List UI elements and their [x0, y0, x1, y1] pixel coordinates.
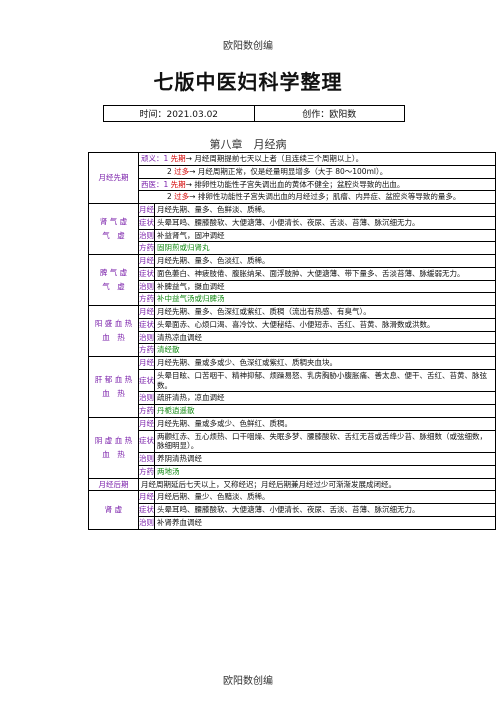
syndrome-fangyao: 两地汤	[154, 464, 496, 479]
label-zhize: 治则	[138, 515, 155, 530]
syndrome-table: 月经先期 顽义：1 先期→ 月经周期提前七天以上者（且连续三个周期以上）。 2 …	[88, 152, 496, 530]
section-title-houqi: 月经后期	[88, 477, 139, 492]
label-fangyao: 方药	[138, 241, 155, 255]
syndrome-jing: 月经后期、量少、色黯淡、质稀。	[154, 490, 496, 504]
table-row: 症状 头晕目眩、口苦咽干、精神抑郁、烦躁易怒、乳房胸胁小腹胀痛、善太息、便干、舌…	[89, 368, 496, 393]
syndrome-fangyao: 补中益气汤或归脾汤	[154, 292, 496, 306]
syndrome-fangyao: 丹栀逍遥散	[154, 404, 496, 418]
label-jing: 月经	[138, 203, 155, 217]
label-zheng: 症状	[138, 317, 155, 332]
houqi-definition: 月经周期延后七天以上，又称经迟；月经后期兼月经过少可渐渐发展成闭经。	[138, 477, 496, 492]
label-zheng: 症状	[138, 215, 155, 230]
table-row: 症状 面色萎白、神疲肢倦、腹胀纳呆、面浮肢肿、大便溏薄、带下量多、舌淡苔薄、脉缓…	[89, 266, 496, 281]
table-row: 2 过多→ 排卵性功能性子宫失调出血的月经过多；肌瘤、内异症、盆腔炎等导致的量多…	[89, 190, 496, 204]
label-jing: 月经	[138, 356, 155, 370]
chapter-heading: 第八章 月经病	[209, 138, 287, 151]
table-row: 西医：1 先期→ 排卵性功能性子宫失调出血的黄体不健全；盆腔炎导致的出血。	[89, 177, 496, 192]
syndrome-zhize: 补肾养血调经	[154, 515, 496, 530]
syndrome-zheng: 头晕耳鸣、腰膝酸软、大便溏薄、小便清长、夜尿、舌淡、苔薄、脉沉细无力。	[154, 503, 496, 517]
label-jing: 月经	[138, 254, 155, 268]
label-zhize: 治则	[138, 228, 155, 243]
syndrome-zheng: 头晕耳鸣、腰膝酸软、大便溏薄、小便清长、夜尿、舌淡、苔薄、脉沉细无力。	[154, 215, 496, 230]
definition-line: 2 过多→ 排卵性功能性子宫失调出血的月经过多；肌瘤、内异症、盆腔炎等导致的量多…	[138, 190, 496, 204]
syndrome-jing: 月经先期、量多、色深红或紫红、质稠（流出有热感、有臭气）。	[154, 305, 496, 319]
page-title: 七版中医妇科学整理	[153, 70, 343, 94]
table-row: 症状 两颧红赤、五心烦热、口干咽燥、失眠多梦、腰膝酸软、舌红无苔或舌绛少苔、脉细…	[89, 429, 496, 453]
table-row: 阳 盛 血 热血 热 月经 月经先期、量多、色深红或紫红、质稠（流出有热感、有臭…	[88, 305, 496, 357]
table-row: 方药 清经散	[89, 343, 496, 357]
table-row: 肾 虚 月经 月经后期、量少、色黯淡、质稀。	[88, 490, 496, 530]
label-fangyao: 方药	[138, 404, 155, 418]
label-zhize: 治则	[138, 279, 155, 294]
table-row: 治则 疏肝清热，凉血调经	[89, 391, 496, 405]
table-row: 症状 头晕耳鸣、腰膝酸软、大便溏薄、小便清长、夜尿、舌淡、苔薄、脉沉细无力。	[89, 215, 496, 230]
label-zheng: 症状	[138, 368, 155, 393]
syndrome-name: 肾 虚	[88, 490, 139, 530]
syndrome-zhize: 补脾益气，摄血调经	[154, 279, 496, 294]
page-header-text: 欧阳数创编	[223, 41, 273, 52]
meta-author: 创作：欧阳数	[253, 106, 405, 121]
table-row: 治则 补脾益气，摄血调经	[89, 279, 496, 294]
table-row: 症状 头晕耳鸣、腰膝酸软、大便溏薄、小便清长、夜尿、舌淡、苔薄、脉沉细无力。	[89, 503, 496, 517]
label-jing: 月经	[138, 416, 155, 431]
syndrome-name: 阴 虚 血 热血 热	[88, 416, 139, 479]
label-jing: 月经	[138, 305, 155, 319]
definition-line: 顽义：1 先期→ 月经周期提前七天以上者（且连续三个周期以上）。	[138, 152, 496, 166]
table-row: 脾 气 虚气 虚 月经 月经先期、量多、色淡红、质稀。	[88, 254, 496, 306]
table-row: 阴 虚 血 热血 热 月经 月经先期、量或多或少、色鲜红、质稠。	[88, 416, 496, 479]
meta-box: 时间：2021.03.02 创作：欧阳数	[103, 105, 405, 122]
syndrome-jing: 月经先期、量多、色鲜淡、质稀。	[154, 203, 496, 217]
label-jing: 月经	[138, 490, 155, 504]
label-fangyao: 方药	[138, 464, 155, 479]
table-row: 月经先期 顽义：1 先期→ 月经周期提前七天以上者（且连续三个周期以上）。	[88, 152, 496, 204]
table-row: 治则 补益肾气，固冲调经	[89, 228, 496, 243]
definition-line: 西医：1 先期→ 排卵性功能性子宫失调出血的黄体不健全；盆腔炎导致的出血。	[138, 177, 496, 192]
table-row: 治则 清热凉血调经	[89, 330, 496, 345]
table-row: 肝 郁 血 热血 热 月经 月经先期、量或多或少、色深红或紫红、质稠夹血块。	[88, 356, 496, 418]
syndrome-zheng: 头晕目眩、口苦咽干、精神抑郁、烦躁易怒、乳房胸胁小腹胀痛、善太息、便干、舌红、苔…	[154, 368, 496, 393]
syndrome-zheng: 头晕面赤、心烦口渴、喜冷饮、大便秘结、小便短赤、舌红、苔黄、脉滑数或洪数。	[154, 317, 496, 332]
table-row: 症状 头晕面赤、心烦口渴、喜冷饮、大便秘结、小便短赤、舌红、苔黄、脉滑数或洪数。	[89, 317, 496, 332]
label-zhize: 治则	[138, 330, 155, 345]
syndrome-zhize: 疏肝清热，凉血调经	[154, 391, 496, 405]
table-row: 治则 养阴清热调经	[89, 452, 496, 466]
label-fangyao: 方药	[138, 292, 155, 306]
table-row: 方药 丹栀逍遥散	[89, 404, 496, 418]
syndrome-name: 阳 盛 血 热血 热	[88, 305, 139, 357]
syndrome-zheng: 面色萎白、神疲肢倦、腹胀纳呆、面浮肢肿、大便溏薄、带下量多、舌淡苔薄、脉缓弱无力…	[154, 266, 496, 281]
syndrome-zheng: 两颧红赤、五心烦热、口干咽燥、失眠多梦、腰膝酸软、舌红无苔或舌绛少苔、脉细数（或…	[154, 429, 496, 453]
definition-line: 2 过多→ 月经周期正常，仅是经量明显增多（大于 80～100ml）。	[138, 164, 496, 179]
table-row: 方药 两地汤	[89, 464, 496, 479]
label-zhize: 治则	[138, 391, 155, 405]
page-footer-text: 欧阳数创编	[223, 676, 273, 687]
syndrome-jing: 月经先期、量或多或少、色深红或紫红、质稠夹血块。	[154, 356, 496, 370]
syndrome-name: 肾 气 虚气 虚	[88, 203, 139, 255]
table-row: 治则 补肾养血调经	[89, 515, 496, 530]
label-zheng: 症状	[138, 429, 155, 453]
table-row: 2 过多→ 月经周期正常，仅是经量明显增多（大于 80～100ml）。	[89, 164, 496, 179]
table-row: 方药 补中益气汤或归脾汤	[89, 292, 496, 306]
syndrome-name: 脾 气 虚气 虚	[88, 254, 139, 306]
table-row: 月经后期 月经周期延后七天以上，又称经迟；月经后期兼月经过少可渐渐发展成闭经。	[88, 477, 496, 492]
syndrome-fangyao: 固阴煎或归肾丸	[154, 241, 496, 255]
syndrome-table-wrap: 月经先期 顽义：1 先期→ 月经周期提前七天以上者（且连续三个周期以上）。 2 …	[88, 152, 496, 650]
section-title-xianqi: 月经先期	[88, 152, 139, 204]
label-zheng: 症状	[138, 266, 155, 281]
table-row: 肾 气 虚气 虚 月经 月经先期、量多、色鲜淡、质稀。	[88, 203, 496, 255]
syndrome-name: 肝 郁 血 热血 热	[88, 356, 139, 418]
label-fangyao: 方药	[138, 343, 155, 357]
syndrome-zhize: 补益肾气，固冲调经	[154, 228, 496, 243]
table-row: 方药 固阴煎或归肾丸	[89, 241, 496, 255]
syndrome-jing: 月经先期、量或多或少、色鲜红、质稠。	[154, 416, 496, 431]
syndrome-zhize: 清热凉血调经	[154, 330, 496, 345]
syndrome-jing: 月经先期、量多、色淡红、质稀。	[154, 254, 496, 268]
meta-time: 时间：2021.03.02	[139, 110, 219, 120]
label-zheng: 症状	[138, 503, 155, 517]
syndrome-fangyao: 清经散	[154, 343, 496, 357]
syndrome-zhize: 养阴清热调经	[154, 452, 496, 466]
label-zhize: 治则	[138, 452, 155, 466]
